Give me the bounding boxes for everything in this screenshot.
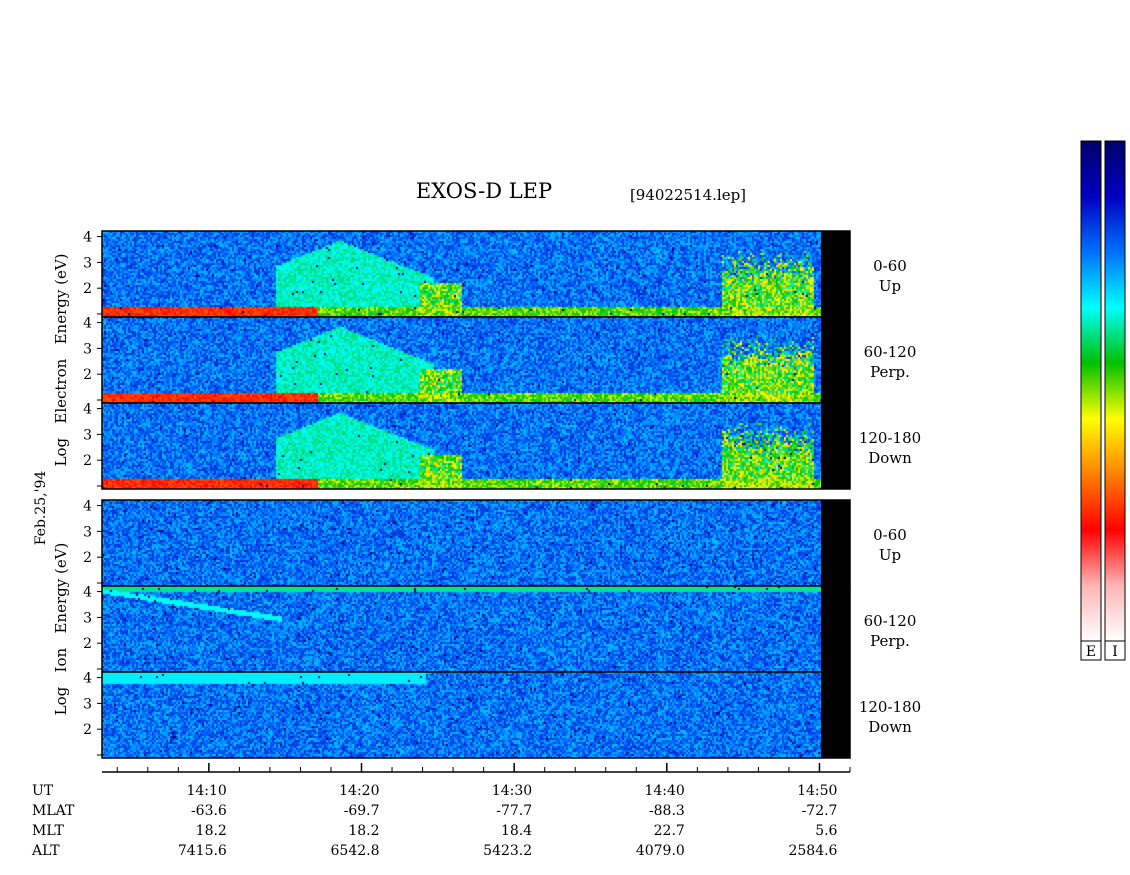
x-tick-label: 14:50	[797, 783, 837, 799]
x-tick-label: 14:20	[339, 783, 379, 799]
ion-panel-120-180: 2 3 4 120-180 Down	[83, 671, 921, 759]
orbit-value: 4079.0	[636, 843, 685, 859]
panel-direction: Up	[879, 277, 901, 295]
flux-heatmap	[102, 231, 821, 317]
orbit-value: -72.7	[802, 803, 838, 819]
orbit-value: -63.6	[191, 803, 227, 819]
orbit-value: -88.3	[649, 803, 685, 819]
y-tick-label: 3	[83, 524, 92, 540]
panel-direction: Perp.	[870, 632, 910, 650]
ion-panel-60-120: 2 3 4 60-120 Perp.	[83, 585, 917, 673]
flux-heatmap	[102, 403, 821, 489]
y-tick-label: 2	[83, 281, 92, 297]
no-data-block	[821, 586, 850, 672]
orbit-value: 18.2	[196, 823, 227, 839]
y-tick-label: 4	[83, 402, 92, 418]
flux-heatmap	[102, 317, 821, 403]
orbit-value: 2584.6	[788, 843, 837, 859]
orbit-value: 22.7	[654, 823, 685, 839]
colorbars: EI	[1080, 140, 1126, 661]
orbit-info-table: UT MLAT MLT ALT 14:10 -63.6 18.2 7415.6 14:20 -69…	[31, 783, 838, 859]
panel-pitch-range: 0-60	[873, 257, 907, 275]
electron-ylabel: Log Electron Energy (eV)	[52, 253, 70, 466]
y-tick-label: 2	[83, 453, 92, 469]
colorbar-label: I	[1112, 644, 1118, 660]
ion-ylabel: Log Ion Energy (eV)	[52, 543, 70, 716]
chart-title: EXOS-D LEP	[416, 179, 552, 203]
electron-panel-0-60: 2 3 4 0-60 Up	[83, 230, 907, 318]
y-tick-label: 3	[83, 696, 92, 712]
no-data-block	[821, 403, 850, 489]
panel-layer: 2 3 4 0-60 Up 2 3 4 60-120 Perp. 2 3 4 120-180 Down Log…	[52, 230, 921, 759]
orbit-value: -69.7	[344, 803, 380, 819]
panel-pitch-range: 0-60	[873, 526, 907, 544]
y-tick-label: 2	[83, 722, 92, 738]
electron-group: 2 3 4 0-60 Up 2 3 4 60-120 Perp. 2 3 4 120-180 Down Log…	[52, 230, 921, 490]
x-tick-label: 14:30	[492, 783, 532, 799]
file-label: [94022514.lep]	[630, 186, 746, 204]
orbit-value: 6542.8	[331, 843, 380, 859]
y-tick-label: 2	[83, 550, 92, 566]
orbit-value: 7415.6	[178, 843, 227, 859]
no-data-block	[821, 672, 850, 758]
y-tick-label: 4	[83, 316, 92, 332]
panel-pitch-range: 60-120	[864, 343, 917, 361]
colorbar-label: E	[1086, 644, 1096, 660]
y-tick-label: 3	[83, 255, 92, 271]
no-data-block	[821, 317, 850, 403]
flux-heatmap	[102, 672, 821, 758]
x-tick-label: 14:40	[644, 783, 684, 799]
y-tick-label: 3	[83, 427, 92, 443]
panel-pitch-range: 120-180	[859, 429, 921, 447]
row-label: UT	[32, 783, 54, 799]
orbit-value: 18.4	[501, 823, 532, 839]
row-label: MLT	[32, 823, 64, 839]
electron-colorbar	[1080, 140, 1102, 642]
flux-heatmap	[102, 500, 821, 586]
no-data-block	[821, 231, 850, 317]
ion-colorbar	[1104, 140, 1126, 642]
y-tick-label: 3	[83, 610, 92, 626]
y-tick-label: 4	[83, 671, 92, 687]
panel-direction: Up	[879, 546, 901, 564]
y-tick-label: 3	[83, 341, 92, 357]
row-label: ALT	[31, 843, 60, 859]
electron-panel-60-120: 2 3 4 60-120 Perp.	[83, 316, 917, 404]
flux-heatmap	[102, 586, 821, 672]
row-label: MLAT	[32, 803, 75, 819]
y-tick-label: 4	[83, 499, 92, 515]
orbit-value: 18.2	[348, 823, 379, 839]
orbit-value: -77.7	[496, 803, 532, 819]
x-tick-label: 14:10	[186, 783, 226, 799]
ion-panel-0-60: 2 3 4 0-60 Up	[83, 499, 907, 587]
no-data-block	[821, 500, 850, 586]
orbit-value: 5.6	[815, 823, 837, 839]
panel-pitch-range: 60-120	[864, 612, 917, 630]
orbit-value: 5423.2	[483, 843, 532, 859]
y-tick-label: 4	[83, 585, 92, 601]
panel-direction: Perp.	[870, 363, 910, 381]
y-tick-label: 4	[83, 230, 92, 246]
electron-panel-120-180: 2 3 4 120-180 Down	[83, 402, 921, 490]
y-tick-label: 2	[83, 636, 92, 652]
panel-direction: Down	[868, 449, 912, 467]
panel-direction: Down	[868, 718, 912, 736]
ion-group: 2 3 4 0-60 Up 2 3 4 60-120 Perp. 2 3 4 120-180 Down Log…	[52, 499, 921, 759]
date-label: Feb.25,'94	[33, 471, 49, 546]
panel-pitch-range: 120-180	[859, 698, 921, 716]
y-tick-label: 2	[83, 367, 92, 383]
x-axis	[102, 763, 851, 773]
spectrogram-figure: EXOS-D LEP [94022514.lep] Feb.25,'94 2 3 4…	[31, 140, 1126, 859]
